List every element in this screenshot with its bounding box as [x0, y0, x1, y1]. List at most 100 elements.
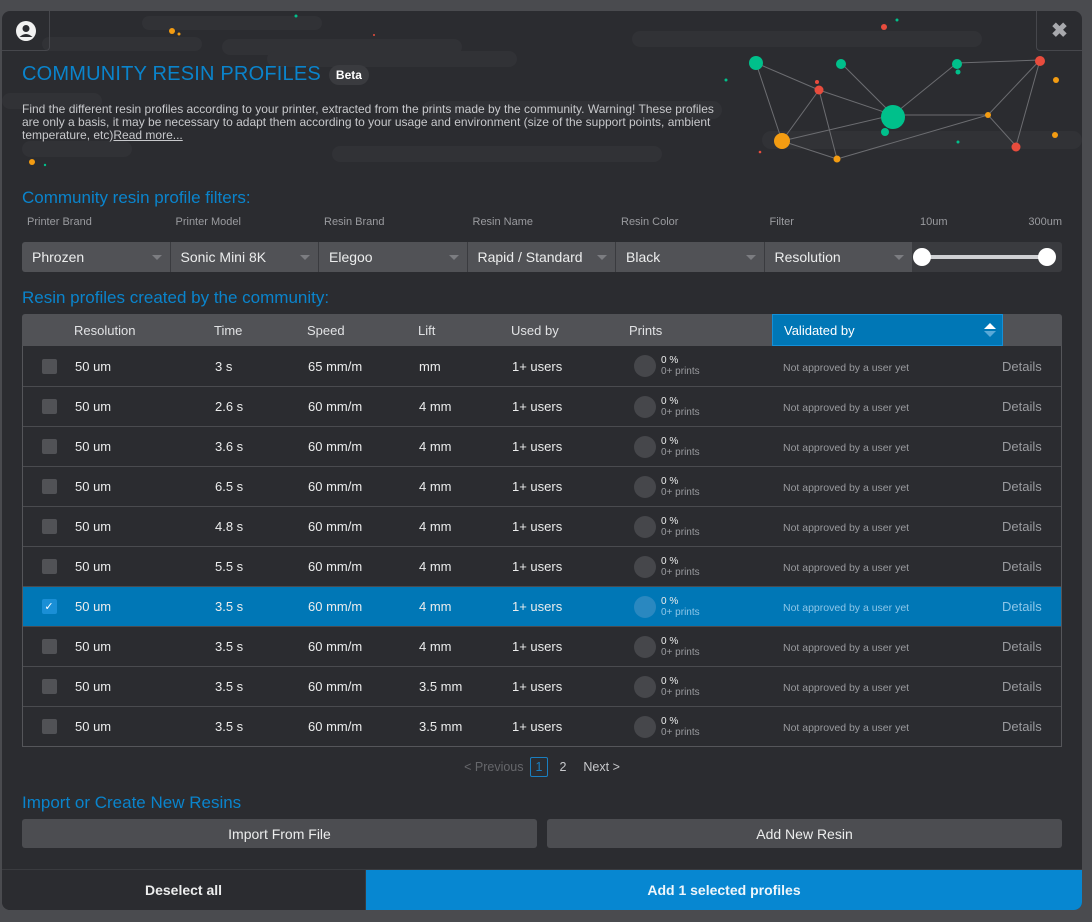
- cell-resolution: 50 um: [75, 399, 112, 414]
- cell-used-by: 1+ users: [512, 358, 563, 374]
- row-checkbox[interactable]: [41, 559, 57, 574]
- cell-used-by: 1+ users: [512, 399, 563, 414]
- details-link[interactable]: Details: [992, 359, 1042, 374]
- close-button[interactable]: ✖: [1036, 11, 1082, 51]
- details-link[interactable]: Details: [992, 519, 1042, 534]
- cell-resolution: 50 um: [75, 639, 112, 654]
- cell-resolution: 50 um: [75, 599, 112, 614]
- cell-used-by: 1+ users: [512, 479, 563, 494]
- column-header-prints[interactable]: Prints: [629, 323, 772, 338]
- cell-validated-by: Not approved by a user yet: [783, 682, 910, 694]
- details-link[interactable]: Details: [992, 639, 1042, 654]
- next-page-button[interactable]: Next >: [583, 760, 619, 774]
- column-header-used-by[interactable]: Used by: [511, 323, 629, 338]
- table-row[interactable]: 50 um 3.5 s 60 mm/m 3.5 mm 1+ users 0 % 0+ pri…: [23, 706, 1061, 746]
- resin-color-select[interactable]: Black: [616, 242, 765, 272]
- prints-percent: 0 %: [661, 355, 679, 366]
- details-link[interactable]: Details: [992, 439, 1042, 454]
- beta-badge: Beta: [328, 64, 369, 85]
- row-checkbox[interactable]: [41, 519, 57, 534]
- column-header-resolution[interactable]: Resolution: [74, 323, 214, 338]
- table-row[interactable]: 50 um 6.5 s 60 mm/m 4 mm 1+ users 0 % 0+ print…: [23, 466, 1061, 506]
- printer-brand-value: Phrozen: [32, 249, 85, 265]
- page-description: Find the different resin profiles accord…: [22, 103, 722, 142]
- cell-used-by: 1+ users: [512, 439, 563, 454]
- row-checkbox[interactable]: [41, 479, 57, 494]
- cell-lift: 3.5 mm: [419, 679, 463, 694]
- prints-percent: 0 %: [661, 435, 679, 447]
- cell-validated-by: Not approved by a user yet: [783, 562, 910, 574]
- resin-brand-select[interactable]: Elegoo: [319, 242, 468, 272]
- previous-page-button[interactable]: < Previous: [464, 760, 523, 774]
- column-header-validated-by[interactable]: Validated by: [772, 314, 1003, 346]
- details-link[interactable]: Details: [992, 399, 1042, 414]
- row-checkbox[interactable]: [41, 639, 57, 654]
- printer-model-select[interactable]: Sonic Mini 8K: [170, 242, 319, 272]
- import-from-file-button[interactable]: Import From File: [22, 819, 537, 848]
- resin-brand-value: Elegoo: [329, 249, 373, 265]
- row-checkbox[interactable]: ✓: [41, 599, 57, 614]
- details-link[interactable]: Details: [992, 599, 1042, 614]
- cell-time: 3.5 s: [215, 639, 244, 654]
- filter-type-select[interactable]: Resolution: [764, 242, 913, 272]
- read-more-link[interactable]: Read more...: [113, 128, 182, 142]
- user-account-button[interactable]: [2, 11, 50, 51]
- printer-brand-select[interactable]: Phrozen: [22, 242, 171, 272]
- row-checkbox[interactable]: [41, 719, 57, 734]
- filter-label-resin-name: Resin Name: [472, 216, 534, 228]
- cell-speed: 65 mm/m: [308, 358, 363, 374]
- modal-footer: Deselect all Add 1 selected profiles: [2, 869, 1082, 910]
- chevron-down-icon: [151, 254, 162, 260]
- table-row[interactable]: 50 um 4.8 s 60 mm/m 4 mm 1+ users 0 % 0+ print…: [23, 506, 1061, 546]
- column-header-speed[interactable]: Speed: [307, 323, 418, 338]
- prints-pie-icon: [634, 715, 656, 738]
- row-checkbox[interactable]: [41, 679, 57, 694]
- user-circle-icon: [15, 20, 36, 41]
- cell-lift: 3.5 mm: [419, 719, 463, 734]
- cell-time: 2.6 s: [215, 399, 244, 414]
- cell-lift: 4 mm: [419, 439, 452, 454]
- row-checkbox[interactable]: [41, 399, 57, 414]
- cell-validated-by: Not approved by a user yet: [783, 722, 910, 734]
- cell-time: 5.5 s: [215, 559, 244, 574]
- slider-max-handle[interactable]: [1038, 248, 1056, 266]
- row-checkbox[interactable]: [41, 358, 57, 374]
- cell-speed: 60 mm/m: [308, 639, 363, 654]
- table-row[interactable]: 50 um 3.6 s 60 mm/m 4 mm 1+ users 0 % 0+ print…: [23, 426, 1061, 466]
- cell-prints: 0 % 0+ prints: [630, 395, 773, 418]
- slider-min-handle[interactable]: [913, 248, 931, 266]
- table-row[interactable]: 50 um 3 s 65 mm/m mm 1+ users 0 % 0+ prints Not…: [23, 346, 1061, 386]
- filter-label-printer-model: Printer Model: [175, 216, 241, 228]
- page-2-button[interactable]: 2: [554, 758, 571, 776]
- prints-pie-icon: [634, 435, 656, 458]
- table-header: Resolution Time Speed Lift Used by Print…: [22, 314, 1062, 346]
- cell-speed: 60 mm/m: [308, 679, 363, 694]
- column-header-lift[interactable]: Lift: [418, 323, 511, 338]
- cell-prints: 0 % 0+ prints: [630, 355, 773, 377]
- resolution-range-slider[interactable]: [913, 242, 1062, 272]
- details-link[interactable]: Details: [992, 479, 1042, 494]
- prints-percent: 0 %: [661, 515, 679, 527]
- table-row[interactable]: 50 um 5.5 s 60 mm/m 4 mm 1+ users 0 % 0+ print…: [23, 546, 1061, 586]
- prints-count: 0+ prints: [661, 566, 700, 578]
- table-row[interactable]: 50 um 3.5 s 60 mm/m 3.5 mm 1+ users 0 % 0+ pri…: [23, 666, 1061, 706]
- resin-name-select[interactable]: Rapid / Standard: [467, 242, 616, 272]
- details-link[interactable]: Details: [992, 559, 1042, 574]
- details-link[interactable]: Details: [992, 679, 1042, 694]
- table-row[interactable]: ✓ 50 um 3.5 s 60 mm/m 4 mm 1+ users 0 % 0+ prin…: [23, 586, 1061, 626]
- community-resin-profiles-modal: ✖ COMMUNITY RESIN PROFILES Beta Find the…: [2, 11, 1082, 910]
- add-selected-profiles-button[interactable]: Add 1 selected profiles: [366, 870, 1082, 910]
- page-1-button[interactable]: 1: [529, 757, 549, 777]
- table-row[interactable]: 50 um 2.6 s 60 mm/m 4 mm 1+ users 0 % 0+ print…: [23, 386, 1061, 426]
- row-checkbox[interactable]: [41, 439, 57, 454]
- cell-validated-by: Not approved by a user yet: [783, 482, 910, 494]
- deselect-all-button[interactable]: Deselect all: [2, 870, 366, 910]
- column-header-time[interactable]: Time: [214, 323, 307, 338]
- cell-resolution: 50 um: [75, 719, 112, 734]
- prints-percent: 0 %: [661, 475, 679, 487]
- add-new-resin-button[interactable]: Add New Resin: [547, 819, 1062, 848]
- details-link[interactable]: Details: [992, 719, 1042, 734]
- cell-resolution: 50 um: [75, 519, 112, 534]
- cell-speed: 60 mm/m: [308, 719, 363, 734]
- table-row[interactable]: 50 um 3.5 s 60 mm/m 4 mm 1+ users 0 % 0+ print…: [23, 626, 1061, 666]
